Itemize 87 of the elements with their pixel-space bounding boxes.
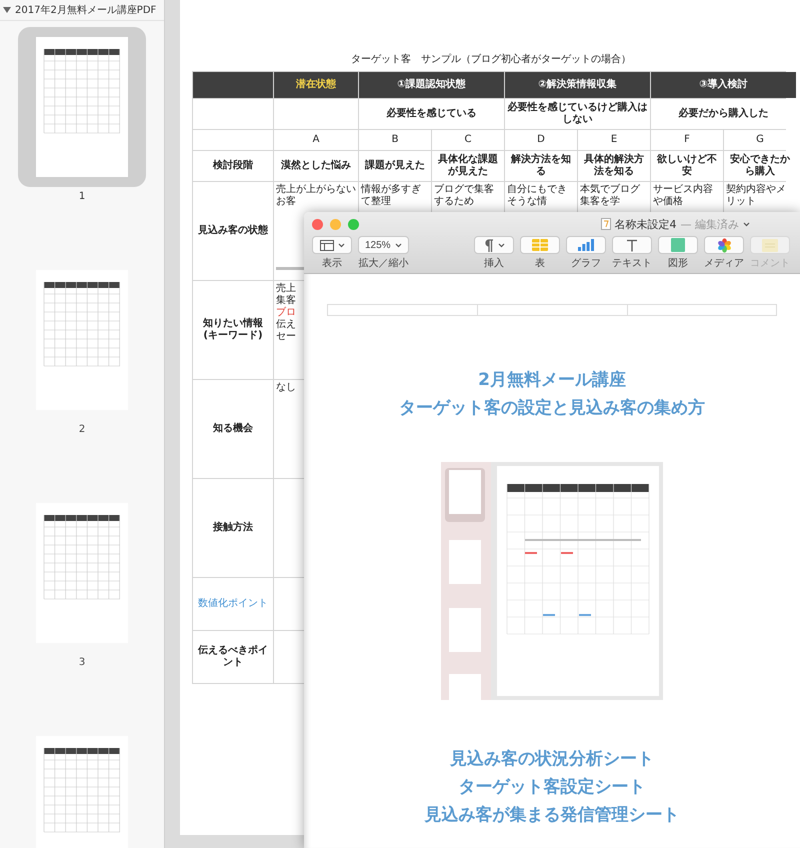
table-header-cell: ①課題認知状態 bbox=[359, 72, 504, 98]
disclosure-triangle-icon[interactable] bbox=[3, 7, 11, 13]
chart-button[interactable] bbox=[566, 236, 606, 254]
table-header-cell: ③導入検討 bbox=[651, 72, 796, 98]
document-heading: 2月無料メール講座 bbox=[478, 369, 626, 392]
document-title: 2017年2月無料メール講座PDF bbox=[15, 4, 156, 17]
zoom-button[interactable]: 125% bbox=[358, 236, 409, 254]
table-cell: E bbox=[578, 130, 650, 150]
toolbar-label: 図形 bbox=[668, 257, 688, 270]
table-cell: 必要性を感じているけど購入はしない bbox=[505, 99, 650, 129]
cell-text: 契約内容やメリット bbox=[726, 184, 787, 208]
caret-icon bbox=[394, 242, 402, 248]
toolbar-label: グラフ bbox=[571, 257, 601, 270]
document-heading: ターゲット客の設定と見込み客の集め方 bbox=[399, 397, 705, 420]
table-header-cell: 潜在状態 bbox=[274, 72, 358, 98]
window-title: 名称未設定4 bbox=[614, 216, 676, 232]
edit-status: — 編集済み bbox=[680, 216, 739, 232]
table-cell: C bbox=[432, 130, 504, 150]
insert-button[interactable] bbox=[474, 236, 514, 254]
cell-text: ブログで集客するため bbox=[434, 184, 495, 208]
cell-text: 情報が多すぎて整理 bbox=[361, 184, 422, 208]
toolbar-label: メディア bbox=[704, 257, 744, 270]
bar-chart-icon bbox=[578, 239, 594, 251]
table-cell: F bbox=[651, 130, 723, 150]
cell-text: ブロ bbox=[276, 307, 296, 319]
cell-text: 売上が上がらない bbox=[276, 184, 356, 196]
table-cell: 具体化な課題が見えた bbox=[432, 151, 504, 181]
page-thumbnail[interactable] bbox=[36, 270, 128, 410]
sidebar-icon bbox=[320, 240, 334, 250]
table-cell: 具体的解決方法を知る bbox=[578, 151, 650, 181]
cell-text: セー bbox=[276, 331, 296, 343]
table-cell: 必要性を感じている bbox=[359, 99, 504, 129]
sheet-title: 見込み客が集まる発信管理シート bbox=[424, 804, 680, 827]
table-cell: 欲しいけど不安 bbox=[651, 151, 723, 181]
table-cell: 課題が見えた bbox=[359, 151, 431, 181]
table-icon bbox=[532, 239, 548, 251]
toolbar-label: テキスト bbox=[612, 257, 652, 270]
page-thumbnail[interactable] bbox=[36, 503, 128, 643]
table-cell: D bbox=[505, 130, 577, 150]
table-cell: B bbox=[359, 130, 431, 150]
toolbar-label: 表示 bbox=[322, 256, 342, 270]
page-number: 1 bbox=[78, 191, 86, 202]
row-label-line: 数値化ポイント bbox=[198, 598, 268, 610]
caret-icon bbox=[498, 242, 504, 248]
document-icon bbox=[600, 218, 610, 230]
caret-icon bbox=[338, 242, 344, 248]
media-button[interactable] bbox=[704, 236, 744, 254]
square-icon bbox=[671, 238, 685, 252]
page-thumbnail[interactable] bbox=[36, 37, 128, 177]
chevron-icon bbox=[743, 222, 750, 226]
toolbar-label: 表 bbox=[535, 256, 545, 270]
cell-text: 自分にもできそうな情 bbox=[507, 184, 568, 208]
toolbar-label: 拡大／縮小 bbox=[358, 256, 408, 270]
row-label-line: 伝えるべきポイント bbox=[196, 645, 269, 669]
flower-icon bbox=[716, 238, 732, 252]
row-label-line: 接触方法 bbox=[213, 522, 253, 534]
page-number: 2 bbox=[78, 424, 86, 435]
row-label-line: 見込み客の状態 bbox=[198, 225, 268, 237]
table-title: ターゲット客 サンプル（ブログ初心者がターゲットの場合） bbox=[350, 52, 632, 66]
table-cell: A bbox=[274, 130, 358, 150]
cell-text: 売上 bbox=[276, 283, 296, 294]
zoom-value: 125% bbox=[365, 240, 391, 250]
sheet-title: ターゲット客設定シート bbox=[458, 776, 646, 799]
page-thumbnail-frame[interactable] bbox=[18, 27, 146, 187]
cell-text: 本気でブログ集客を学 bbox=[580, 184, 641, 208]
cell-text: お客 bbox=[276, 196, 296, 208]
pilcrow-icon bbox=[484, 238, 494, 252]
table-header-cell: ②解決策情報収集 bbox=[505, 72, 650, 98]
table-cell: 漠然とした悩み bbox=[274, 151, 358, 181]
text-button[interactable] bbox=[612, 236, 652, 254]
page-thumbnail[interactable] bbox=[36, 736, 128, 848]
cell-text: 集客 bbox=[276, 295, 296, 306]
row-label-line: 知る機会 bbox=[213, 423, 253, 435]
close-button[interactable] bbox=[312, 218, 323, 230]
cell-text: サービス内容や価格 bbox=[653, 184, 714, 208]
view-button[interactable] bbox=[312, 236, 352, 254]
row-label-line: (キーワード) bbox=[203, 330, 263, 342]
toolbar-label: 挿入 bbox=[484, 256, 504, 270]
sheet-title: 見込み客の状況分析シート bbox=[450, 748, 654, 771]
table-cell: 検討段階 bbox=[193, 151, 273, 181]
page-number: 3 bbox=[78, 657, 86, 668]
table-cell: 解決方法を知る bbox=[505, 151, 577, 181]
note-icon bbox=[762, 238, 778, 252]
cell-text: 伝え bbox=[276, 319, 296, 331]
cell-text: なし bbox=[276, 382, 296, 394]
text-icon bbox=[626, 238, 638, 252]
row-label-line: 知りたい情報 bbox=[203, 318, 263, 330]
